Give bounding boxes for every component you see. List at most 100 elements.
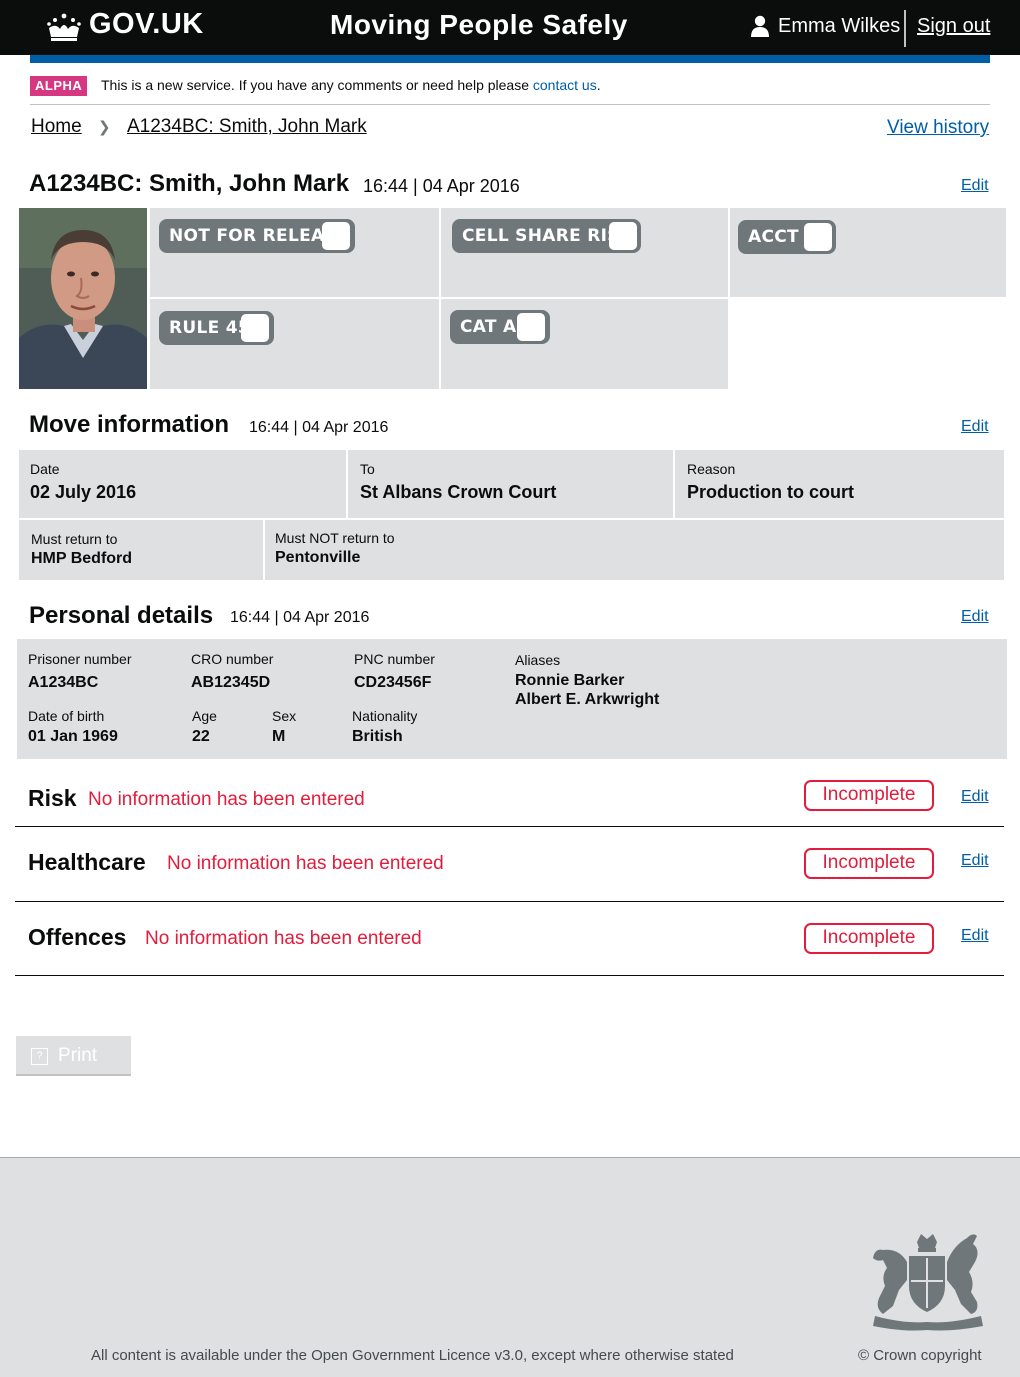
move-edit-link[interactable]: Edit xyxy=(961,418,989,436)
footer-licence-after: , except where otherwise stated xyxy=(522,1347,734,1364)
contact-us-link[interactable]: contact us xyxy=(533,77,597,93)
cro-number-value: AB12345D xyxy=(191,674,271,691)
nationality-label: Nationality xyxy=(352,708,418,724)
prisoner-photo-image xyxy=(19,208,147,389)
phase-banner: ALPHA This is a new service. If you have… xyxy=(30,74,990,105)
alert-label: CAT A xyxy=(460,317,517,337)
alert-toggle-not-for-release[interactable]: NOT FOR RELEASE xyxy=(159,219,355,253)
alert-label: RULE 45 xyxy=(169,318,251,338)
alert-toggle-cat-a[interactable]: CAT A xyxy=(450,310,550,344)
alert-cell-acct: ACCT xyxy=(730,208,1006,297)
prisoner-photo xyxy=(19,208,147,389)
move-to-cell: To St Albans Crown Court xyxy=(348,450,673,518)
checkbox-icon xyxy=(517,313,545,341)
section-divider xyxy=(15,901,1004,902)
sex-value: M xyxy=(272,728,286,745)
offences-heading: Offences xyxy=(28,924,127,950)
alias-item: Ronnie Barker xyxy=(515,672,625,689)
must-return-value: HMP Bedford xyxy=(31,550,133,567)
footer-licence-before: All content is available under the xyxy=(91,1347,312,1364)
royal-coat-of-arms-icon xyxy=(873,1234,983,1331)
pnc-number-value: CD23456F xyxy=(354,674,432,691)
prisoner-number-value: A1234BC xyxy=(28,674,99,691)
phase-text-after: . xyxy=(596,77,601,93)
offences-empty-message: No information has been entered xyxy=(145,928,422,949)
checkbox-icon xyxy=(322,222,350,250)
offences-status-badge: Incomplete xyxy=(804,923,934,954)
phase-text-before: This is a new service. If you have any c… xyxy=(101,77,533,93)
crown-copyright: © Crown copyright xyxy=(858,1347,982,1364)
alert-toggle-rule-45[interactable]: RULE 45 xyxy=(159,311,274,345)
prisoner-number-label: Prisoner number xyxy=(28,651,132,667)
sex-label: Sex xyxy=(272,708,297,724)
move-to-label: To xyxy=(360,461,375,477)
sign-out-link[interactable]: Sign out xyxy=(917,15,990,38)
govuk-logo-link[interactable]: GOV.UK xyxy=(89,8,204,41)
alert-toggle-acct[interactable]: ACCT xyxy=(738,220,836,254)
risk-empty-message: No information has been entered xyxy=(88,789,365,810)
risk-edit-link[interactable]: Edit xyxy=(961,788,989,806)
site-footer: All content is available under the Open … xyxy=(0,1157,1020,1377)
crown-icon xyxy=(47,13,81,41)
alert-cell-rule-45: RULE 45 xyxy=(150,299,439,389)
section-divider xyxy=(15,975,1004,976)
header-accent-bar xyxy=(30,55,990,63)
user-name: Emma Wilkes xyxy=(778,15,901,37)
prisoner-timestamp: 16:44 | 04 Apr 2016 xyxy=(363,176,520,196)
prisoner-edit-link[interactable]: Edit xyxy=(961,177,989,195)
print-icon: ? xyxy=(31,1048,48,1065)
move-reason-value: Production to court xyxy=(687,482,854,502)
must-return-label: Must return to xyxy=(31,531,118,547)
personal-edit-link[interactable]: Edit xyxy=(961,608,989,626)
move-information-heading: Move information xyxy=(29,411,230,438)
breadcrumb-prisoner-link[interactable]: A1234BC: Smith, John Mark xyxy=(127,116,367,138)
aliases-label: Aliases xyxy=(515,652,561,668)
service-name: Moving People Safely xyxy=(330,9,628,40)
alert-toggle-cell-share-risk[interactable]: CELL SHARE RISK xyxy=(452,219,641,253)
view-history-link[interactable]: View history xyxy=(887,117,989,139)
alpha-tag: ALPHA xyxy=(30,76,88,96)
dob-label: Date of birth xyxy=(28,708,105,724)
age-label: Age xyxy=(192,708,217,724)
personal-timestamp: 16:44 | 04 Apr 2016 xyxy=(230,609,370,626)
dob-value: 01 Jan 1969 xyxy=(28,728,118,745)
risk-heading: Risk xyxy=(28,785,77,811)
healthcare-status-badge: Incomplete xyxy=(804,848,934,879)
phase-banner-text: This is a new service. If you have any c… xyxy=(101,77,601,93)
alert-label: ACCT xyxy=(748,227,799,247)
checkbox-icon xyxy=(241,314,269,342)
move-reason-label: Reason xyxy=(687,461,736,477)
move-date-label: Date xyxy=(30,461,60,477)
nationality-value: British xyxy=(352,728,403,745)
personal-details-panel: Prisoner number A1234BC CRO number AB123… xyxy=(17,639,1007,759)
alert-cell-not-for-release: NOT FOR RELEASE xyxy=(150,208,439,297)
cro-number-label: CRO number xyxy=(191,651,274,667)
offences-edit-link[interactable]: Edit xyxy=(961,927,989,945)
personal-details-heading: Personal details xyxy=(29,602,214,629)
healthcare-heading: Healthcare xyxy=(28,849,146,875)
move-date-cell: Date 02 July 2016 xyxy=(19,450,346,518)
footer-licence-text: All content is available under the Open … xyxy=(91,1347,734,1364)
move-date-value: 02 July 2016 xyxy=(30,482,137,502)
ogl-link[interactable]: Open Government Licence v3.0 xyxy=(311,1347,523,1364)
risk-status-badge: Incomplete xyxy=(804,780,934,811)
must-not-return-cell: Must NOT return to Pentonville xyxy=(265,520,1004,580)
alert-cell-cat-a: CAT A xyxy=(441,299,728,389)
checkbox-icon xyxy=(804,223,832,251)
print-button[interactable]: ? Print xyxy=(16,1036,131,1076)
age-value: 22 xyxy=(192,728,210,745)
alert-cell-cell-share-risk: CELL SHARE RISK xyxy=(441,208,728,297)
print-button-label: Print xyxy=(58,1045,98,1066)
healthcare-edit-link[interactable]: Edit xyxy=(961,852,989,870)
move-reason-cell: Reason Production to court xyxy=(675,450,1004,518)
must-return-cell: Must return to HMP Bedford xyxy=(19,520,263,580)
prisoner-title: A1234BC: Smith, John Mark xyxy=(29,170,350,197)
user-icon xyxy=(751,15,769,37)
must-not-return-value: Pentonville xyxy=(275,549,361,566)
section-divider xyxy=(15,826,1004,827)
chevron-right-icon: ❯ xyxy=(98,119,111,136)
header-divider xyxy=(904,10,906,47)
checkbox-icon xyxy=(609,222,637,250)
breadcrumb-home-link[interactable]: Home xyxy=(31,116,82,138)
must-not-return-label: Must NOT return to xyxy=(275,530,395,546)
